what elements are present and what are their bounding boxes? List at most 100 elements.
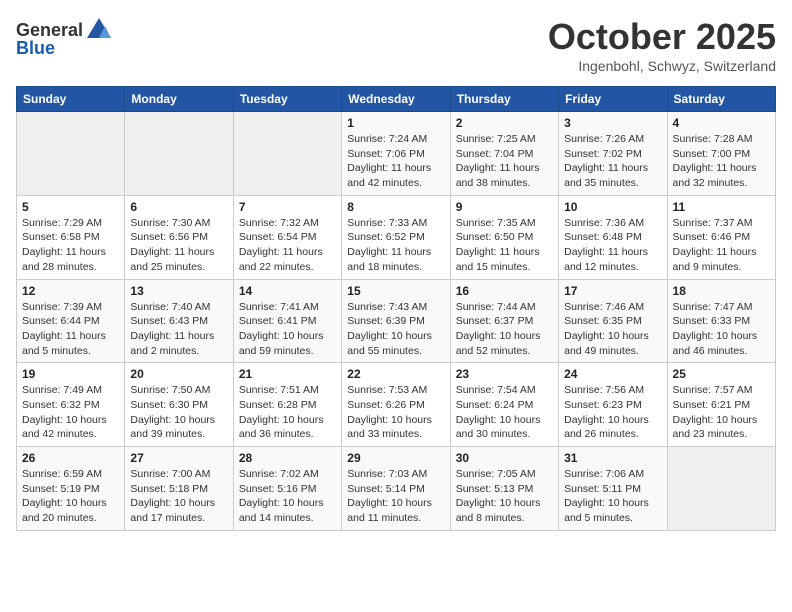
calendar-day-cell [233, 112, 341, 196]
weekday-header-cell: Tuesday [233, 87, 341, 112]
weekday-header-row: SundayMondayTuesdayWednesdayThursdayFrid… [17, 87, 776, 112]
day-number: 16 [456, 284, 553, 298]
day-info: Sunrise: 7:54 AM Sunset: 6:24 PM Dayligh… [456, 383, 553, 442]
calendar-day-cell: 26 Sunrise: 6:59 AM Sunset: 5:19 PM Dayli… [17, 447, 125, 531]
day-number: 22 [347, 367, 444, 381]
day-number: 10 [564, 200, 661, 214]
day-number: 29 [347, 451, 444, 465]
calendar-day-cell: 4 Sunrise: 7:28 AM Sunset: 7:00 PM Daylig… [667, 112, 775, 196]
day-info: Sunrise: 7:41 AM Sunset: 6:41 PM Dayligh… [239, 300, 336, 359]
day-info: Sunrise: 7:28 AM Sunset: 7:00 PM Dayligh… [673, 132, 770, 191]
day-info: Sunrise: 7:02 AM Sunset: 5:16 PM Dayligh… [239, 467, 336, 526]
day-number: 8 [347, 200, 444, 214]
calendar-week-row: 1 Sunrise: 7:24 AM Sunset: 7:06 PM Daylig… [17, 112, 776, 196]
calendar-week-row: 19 Sunrise: 7:49 AM Sunset: 6:32 PM Dayli… [17, 363, 776, 447]
day-number: 15 [347, 284, 444, 298]
day-number: 18 [673, 284, 770, 298]
calendar-day-cell: 2 Sunrise: 7:25 AM Sunset: 7:04 PM Daylig… [450, 112, 558, 196]
day-info: Sunrise: 7:43 AM Sunset: 6:39 PM Dayligh… [347, 300, 444, 359]
calendar-table: SundayMondayTuesdayWednesdayThursdayFrid… [16, 86, 776, 531]
day-info: Sunrise: 7:51 AM Sunset: 6:28 PM Dayligh… [239, 383, 336, 442]
calendar-day-cell: 23 Sunrise: 7:54 AM Sunset: 6:24 PM Dayli… [450, 363, 558, 447]
day-info: Sunrise: 7:56 AM Sunset: 6:23 PM Dayligh… [564, 383, 661, 442]
page-header: General Blue October 2025 Ingenbohl, Sch… [16, 16, 776, 74]
calendar-day-cell: 17Sunrise: 7:46 AM Sunset: 6:35 PM Dayli… [559, 279, 667, 363]
calendar-day-cell: 30Sunrise: 7:05 AM Sunset: 5:13 PM Dayli… [450, 447, 558, 531]
calendar-day-cell: 27Sunrise: 7:00 AM Sunset: 5:18 PM Dayli… [125, 447, 233, 531]
calendar-day-cell: 14 Sunrise: 7:41 AM Sunset: 6:41 PM Dayli… [233, 279, 341, 363]
day-info: Sunrise: 7:33 AM Sunset: 6:52 PM Dayligh… [347, 216, 444, 275]
weekday-header-cell: Sunday [17, 87, 125, 112]
weekday-header-cell: Wednesday [342, 87, 450, 112]
day-number: 19 [22, 367, 119, 381]
calendar-day-cell: 3 Sunrise: 7:26 AM Sunset: 7:02 PM Daylig… [559, 112, 667, 196]
day-number: 28 [239, 451, 336, 465]
calendar-day-cell: 21 Sunrise: 7:51 AM Sunset: 6:28 PM Dayli… [233, 363, 341, 447]
day-number: 7 [239, 200, 336, 214]
calendar-day-cell [125, 112, 233, 196]
calendar-title: October 2025 [548, 16, 776, 58]
title-block: October 2025 Ingenbohl, Schwyz, Switzerl… [548, 16, 776, 74]
calendar-day-cell: 16 Sunrise: 7:44 AM Sunset: 6:37 PM Dayli… [450, 279, 558, 363]
day-number: 26 [22, 451, 119, 465]
calendar-day-cell: 9 Sunrise: 7:35 AM Sunset: 6:50 PM Daylig… [450, 195, 558, 279]
day-info: Sunrise: 7:32 AM Sunset: 6:54 PM Dayligh… [239, 216, 336, 275]
day-info: Sunrise: 7:29 AM Sunset: 6:58 PM Dayligh… [22, 216, 119, 275]
calendar-day-cell: 7 Sunrise: 7:32 AM Sunset: 6:54 PM Daylig… [233, 195, 341, 279]
day-info: Sunrise: 7:57 AM Sunset: 6:21 PM Dayligh… [673, 383, 770, 442]
weekday-header-cell: Monday [125, 87, 233, 112]
calendar-day-cell: 25 Sunrise: 7:57 AM Sunset: 6:21 PM Dayli… [667, 363, 775, 447]
day-number: 17 [564, 284, 661, 298]
calendar-day-cell: 12Sunrise: 7:39 AM Sunset: 6:44 PM Dayli… [17, 279, 125, 363]
day-info: Sunrise: 7:44 AM Sunset: 6:37 PM Dayligh… [456, 300, 553, 359]
weekday-header-cell: Thursday [450, 87, 558, 112]
day-number: 3 [564, 116, 661, 130]
calendar-week-row: 5Sunrise: 7:29 AM Sunset: 6:58 PM Daylig… [17, 195, 776, 279]
calendar-day-cell: 20 Sunrise: 7:50 AM Sunset: 6:30 PM Dayli… [125, 363, 233, 447]
calendar-day-cell: 22Sunrise: 7:53 AM Sunset: 6:26 PM Dayli… [342, 363, 450, 447]
day-number: 9 [456, 200, 553, 214]
day-number: 6 [130, 200, 227, 214]
day-info: Sunrise: 7:26 AM Sunset: 7:02 PM Dayligh… [564, 132, 661, 191]
day-number: 4 [673, 116, 770, 130]
calendar-day-cell: 5Sunrise: 7:29 AM Sunset: 6:58 PM Daylig… [17, 195, 125, 279]
calendar-day-cell: 24 Sunrise: 7:56 AM Sunset: 6:23 PM Dayli… [559, 363, 667, 447]
day-number: 11 [673, 200, 770, 214]
calendar-week-row: 26 Sunrise: 6:59 AM Sunset: 5:19 PM Dayli… [17, 447, 776, 531]
day-info: Sunrise: 7:50 AM Sunset: 6:30 PM Dayligh… [130, 383, 227, 442]
calendar-day-cell [667, 447, 775, 531]
day-number: 23 [456, 367, 553, 381]
calendar-day-cell: 10Sunrise: 7:36 AM Sunset: 6:48 PM Dayli… [559, 195, 667, 279]
day-number: 1 [347, 116, 444, 130]
day-info: Sunrise: 6:59 AM Sunset: 5:19 PM Dayligh… [22, 467, 119, 526]
day-info: Sunrise: 7:25 AM Sunset: 7:04 PM Dayligh… [456, 132, 553, 191]
day-info: Sunrise: 7:37 AM Sunset: 6:46 PM Dayligh… [673, 216, 770, 275]
calendar-day-cell: 6 Sunrise: 7:30 AM Sunset: 6:56 PM Daylig… [125, 195, 233, 279]
day-number: 21 [239, 367, 336, 381]
day-number: 25 [673, 367, 770, 381]
logo: General Blue [16, 16, 113, 59]
day-info: Sunrise: 7:03 AM Sunset: 5:14 PM Dayligh… [347, 467, 444, 526]
day-number: 24 [564, 367, 661, 381]
day-info: Sunrise: 7:05 AM Sunset: 5:13 PM Dayligh… [456, 467, 553, 526]
calendar-week-row: 12Sunrise: 7:39 AM Sunset: 6:44 PM Dayli… [17, 279, 776, 363]
day-number: 12 [22, 284, 119, 298]
logo-icon [85, 16, 113, 44]
day-number: 20 [130, 367, 227, 381]
day-number: 14 [239, 284, 336, 298]
day-info: Sunrise: 7:49 AM Sunset: 6:32 PM Dayligh… [22, 383, 119, 442]
day-number: 13 [130, 284, 227, 298]
calendar-day-cell: 11 Sunrise: 7:37 AM Sunset: 6:46 PM Dayli… [667, 195, 775, 279]
day-info: Sunrise: 7:24 AM Sunset: 7:06 PM Dayligh… [347, 132, 444, 191]
calendar-day-cell: 28 Sunrise: 7:02 AM Sunset: 5:16 PM Dayli… [233, 447, 341, 531]
calendar-day-cell: 15 Sunrise: 7:43 AM Sunset: 6:39 PM Dayli… [342, 279, 450, 363]
calendar-day-cell: 19 Sunrise: 7:49 AM Sunset: 6:32 PM Dayli… [17, 363, 125, 447]
day-info: Sunrise: 7:30 AM Sunset: 6:56 PM Dayligh… [130, 216, 227, 275]
weekday-header-cell: Saturday [667, 87, 775, 112]
calendar-day-cell: 31Sunrise: 7:06 AM Sunset: 5:11 PM Dayli… [559, 447, 667, 531]
day-info: Sunrise: 7:00 AM Sunset: 5:18 PM Dayligh… [130, 467, 227, 526]
day-info: Sunrise: 7:40 AM Sunset: 6:43 PM Dayligh… [130, 300, 227, 359]
day-info: Sunrise: 7:06 AM Sunset: 5:11 PM Dayligh… [564, 467, 661, 526]
day-number: 2 [456, 116, 553, 130]
day-info: Sunrise: 7:35 AM Sunset: 6:50 PM Dayligh… [456, 216, 553, 275]
